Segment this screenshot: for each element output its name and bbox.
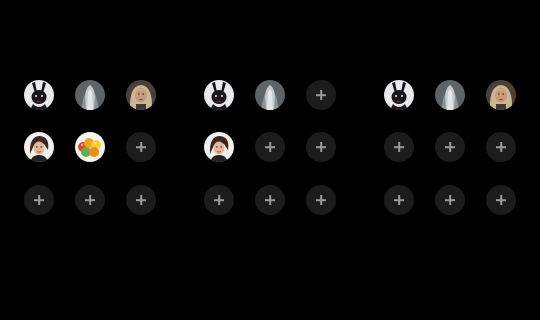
add-avatar-button[interactable] xyxy=(126,132,156,162)
ghost-avatar[interactable] xyxy=(75,80,105,110)
add-avatar-button[interactable] xyxy=(306,132,336,162)
add-avatar-button[interactable] xyxy=(435,185,465,215)
add-avatar-button[interactable] xyxy=(486,185,516,215)
woman-portrait-avatar[interactable] xyxy=(24,132,54,162)
add-avatar-button[interactable] xyxy=(255,185,285,215)
avatar-panel-1 xyxy=(24,80,156,216)
avatar-panel-2 xyxy=(204,80,336,216)
bunny-mask-avatar[interactable] xyxy=(24,80,54,110)
add-avatar-button[interactable] xyxy=(75,185,105,215)
add-avatar-button[interactable] xyxy=(486,132,516,162)
woman-portrait-avatar[interactable] xyxy=(204,132,234,162)
avatar-panel-3 xyxy=(384,80,516,216)
bunny-mask-avatar[interactable] xyxy=(204,80,234,110)
bunny-mask-avatar[interactable] xyxy=(384,80,414,110)
blonde-woman-avatar[interactable] xyxy=(486,80,516,110)
gummy-candy-avatar[interactable] xyxy=(75,132,105,162)
add-avatar-button[interactable] xyxy=(255,132,285,162)
blonde-woman-avatar[interactable] xyxy=(126,80,156,110)
add-avatar-button[interactable] xyxy=(384,132,414,162)
add-avatar-button[interactable] xyxy=(24,185,54,215)
ghost-avatar[interactable] xyxy=(435,80,465,110)
ghost-avatar[interactable] xyxy=(255,80,285,110)
add-avatar-button[interactable] xyxy=(384,185,414,215)
add-avatar-button[interactable] xyxy=(435,132,465,162)
add-avatar-button[interactable] xyxy=(126,185,156,215)
add-avatar-button[interactable] xyxy=(306,185,336,215)
add-avatar-button[interactable] xyxy=(204,185,234,215)
add-avatar-button[interactable] xyxy=(306,80,336,110)
